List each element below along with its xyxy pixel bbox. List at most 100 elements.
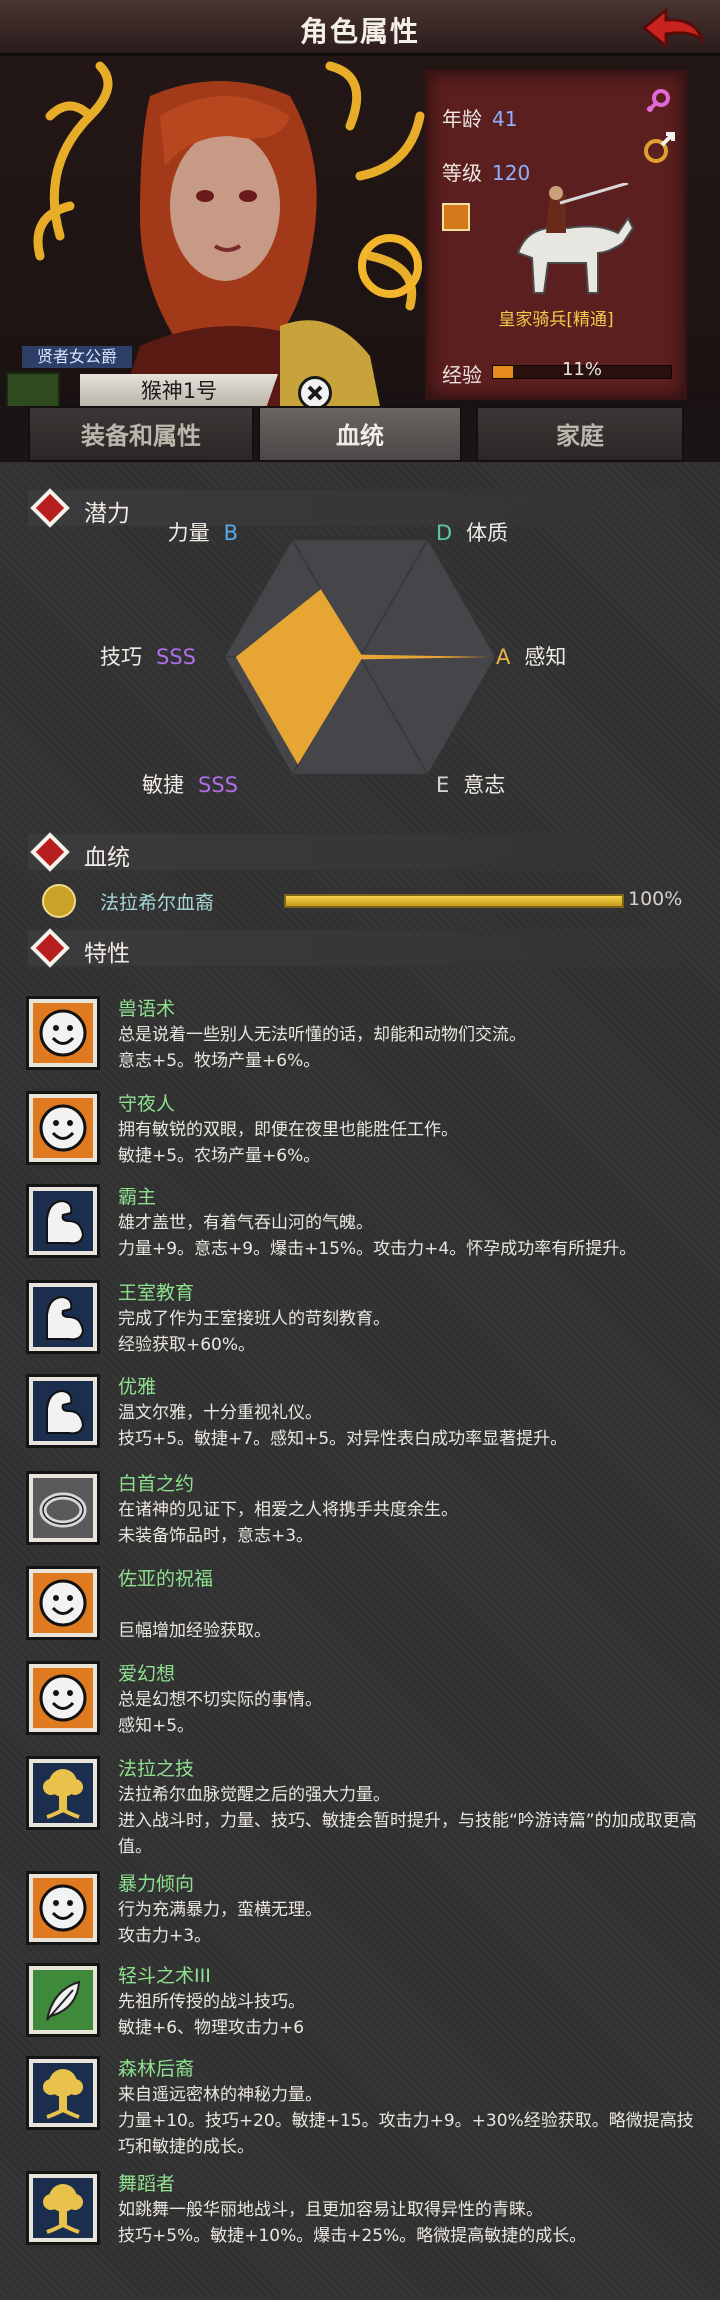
trait-name: 优雅: [118, 1376, 157, 1398]
level-up-icon: [644, 132, 675, 163]
smiley-icon: [26, 1661, 100, 1735]
trait-name: 王室教育: [118, 1282, 195, 1304]
bloodline-bar: [284, 894, 624, 908]
trait-effect: 意志+5。牧场产量+6%。: [118, 1051, 321, 1071]
trait-name: 佐亚的祝福: [118, 1568, 214, 1590]
tab-equipment[interactable]: 装备和属性: [28, 406, 254, 462]
trait-description: 在诸神的见证下，相爱之人将携手共度余生。: [118, 1500, 458, 1520]
smiley-icon: [26, 996, 100, 1070]
stat-name: 体质: [466, 521, 508, 545]
trait-effect: 技巧+5。敏捷+7。感知+5。对异性表白成功率显著提升。: [118, 1429, 568, 1449]
stat-name: 敏捷: [142, 773, 184, 797]
tab-bar: 装备和属性 血统 家庭: [0, 406, 720, 462]
close-icon[interactable]: [298, 376, 332, 406]
muscle-icon: [26, 1374, 100, 1448]
character-name[interactable]: 猴神1号: [80, 374, 278, 406]
trait-description: 法拉希尔血脉觉醒之后的强大力量。: [118, 1785, 390, 1805]
traits-title: 特性: [84, 941, 130, 967]
trait-description: 总是说着一些别人无法听懂的话，却能和动物们交流。: [118, 1025, 526, 1045]
level-label: 等级: [442, 161, 482, 185]
stat-grade: SSS: [198, 773, 238, 797]
trait-description: 总是幻想不切实际的事情。: [118, 1690, 322, 1710]
stat-grade: E: [436, 773, 449, 797]
level-value: 120: [492, 161, 531, 185]
muscle-icon: [26, 1184, 100, 1258]
bloodline-section-header: 血统: [28, 832, 700, 872]
cavalry-unit-icon: [516, 183, 635, 294]
trait-effect: 巨幅增加经验获取。: [118, 1621, 271, 1641]
trait-description: 来自遥远密林的神秘力量。: [118, 2085, 322, 2105]
trait-effect: 敏捷+5。农场产量+6%。: [118, 1146, 321, 1166]
back-arrow-icon[interactable]: [640, 6, 706, 50]
tree-icon: [26, 2171, 100, 2245]
trait-description: 拥有敏锐的双眼，即便在夜里也能胜任工作。: [118, 1120, 458, 1140]
trait-name: 白首之约: [118, 1473, 195, 1495]
character-info-panel: 年龄 41 等级 120 皇家骑兵[精通] 经验 11%: [425, 70, 687, 400]
trait-effect: 未装备饰品时，意志+3。: [118, 1526, 314, 1546]
ring-icon: [26, 1471, 100, 1545]
top-bar: 角色属性: [0, 0, 720, 56]
bloodline-row[interactable]: 法拉希尔血裔 100%: [40, 882, 700, 922]
stat-name: 力量: [168, 521, 210, 545]
trait-description: 温文尔雅，十分重视礼仪。: [118, 1403, 322, 1423]
radar-label: 敏捷 SSS: [142, 773, 238, 797]
smiley-icon: [26, 1871, 100, 1945]
trait-effect: 进入战斗时，力量、技巧、敏捷会暂时提升，与技能“吟游诗篇”的加成取更高值。: [118, 1811, 697, 1857]
bloodline-title: 血统: [84, 845, 130, 871]
stat-name: 意志: [463, 773, 505, 797]
trait-name: 守夜人: [118, 1093, 176, 1115]
level-row: 等级 120: [442, 157, 530, 186]
page-title: 角色属性: [299, 15, 420, 48]
trait-name: 兽语术: [118, 998, 176, 1020]
radar-label: A 感知: [496, 645, 566, 669]
trait-name: 森林后裔: [118, 2058, 195, 2080]
exp-percent: 11%: [561, 359, 602, 380]
radar-label: E 意志: [436, 773, 505, 797]
age-value: 41: [492, 107, 518, 131]
stat-grade: D: [436, 521, 452, 545]
potential-radar-chart: 力量 B D 体质 A 感知 E 意志 敏捷 SSS 技巧 SSS: [100, 521, 566, 797]
trait-name: 舞蹈者: [118, 2173, 176, 2195]
traits-section-header: 特性: [28, 928, 700, 968]
trait-description: 行为充满暴力，蛮横无理。: [118, 1900, 322, 1920]
noble-title: 贤者女公爵: [22, 346, 132, 368]
bloodline-fill: [286, 896, 622, 906]
class-name: 皇家骑兵[精通]: [498, 310, 614, 330]
trait-name: 暴力倾向: [118, 1873, 195, 1895]
trait-name: 轻斗之术III: [118, 1965, 211, 1987]
bloodline-tree-icon: [42, 884, 76, 918]
trait-effect: 敏捷+6、物理攻击力+6: [118, 2018, 305, 2038]
radar-label: 技巧 SSS: [100, 645, 196, 669]
tab-bloodline[interactable]: 血统: [258, 406, 462, 462]
tab-family[interactable]: 家庭: [476, 406, 684, 462]
trait-effect: 经验获取+60%。: [118, 1335, 256, 1355]
leaf-icon: [26, 1963, 100, 2037]
stat-name: 技巧: [100, 645, 142, 669]
trait-effect: 感知+5。: [118, 1716, 195, 1736]
age-row: 年龄 41: [442, 103, 517, 132]
trait-description: 雄才盖世，有着气吞山河的气魄。: [118, 1213, 373, 1233]
blood-drop-icon: [30, 832, 70, 872]
trait-description: 完成了作为王室接班人的苛刻教育。: [118, 1309, 390, 1329]
tree-icon: [26, 1756, 100, 1830]
bloodline-name: 法拉希尔血裔: [100, 892, 215, 914]
house-banner-icon: [6, 372, 60, 406]
stat-name: 感知: [524, 645, 566, 669]
radar-label: D 体质: [436, 521, 508, 545]
main-content: 潜力 力量 B D 体质 A 感知 E 意志 敏捷 SSS 技巧 SSS 血统 法拉希尔血裔 100%…: [0, 462, 720, 2300]
stat-grade: A: [496, 645, 511, 669]
smiley-icon: [26, 1091, 100, 1165]
bloodline-percent: 100%: [628, 888, 683, 910]
stat-grade: SSS: [156, 645, 196, 669]
trait-name: 法拉之技: [118, 1758, 195, 1780]
trait-effect: 技巧+5%。敏捷+10%。爆击+25%。略微提高敏捷的成长。: [118, 2226, 587, 2246]
radar-label: 力量 B: [168, 521, 238, 545]
trait-effect: 力量+9。意志+9。爆击+15%。攻击力+4。怀孕成功率有所提升。: [118, 1239, 637, 1259]
trait-description: 先祖所传授的战斗技巧。: [118, 1992, 305, 2012]
smiley-icon: [26, 1566, 100, 1640]
fire-icon: [30, 928, 70, 968]
character-header: 年龄41 等级120 皇家骑兵[精通] 经验 11% 贤者女公爵 猴神1号 大剑: [0, 56, 720, 406]
trait-name: 爱幻想: [118, 1663, 176, 1685]
trait-effect: 攻击力+3。: [118, 1926, 212, 1946]
age-label: 年龄: [442, 107, 482, 131]
